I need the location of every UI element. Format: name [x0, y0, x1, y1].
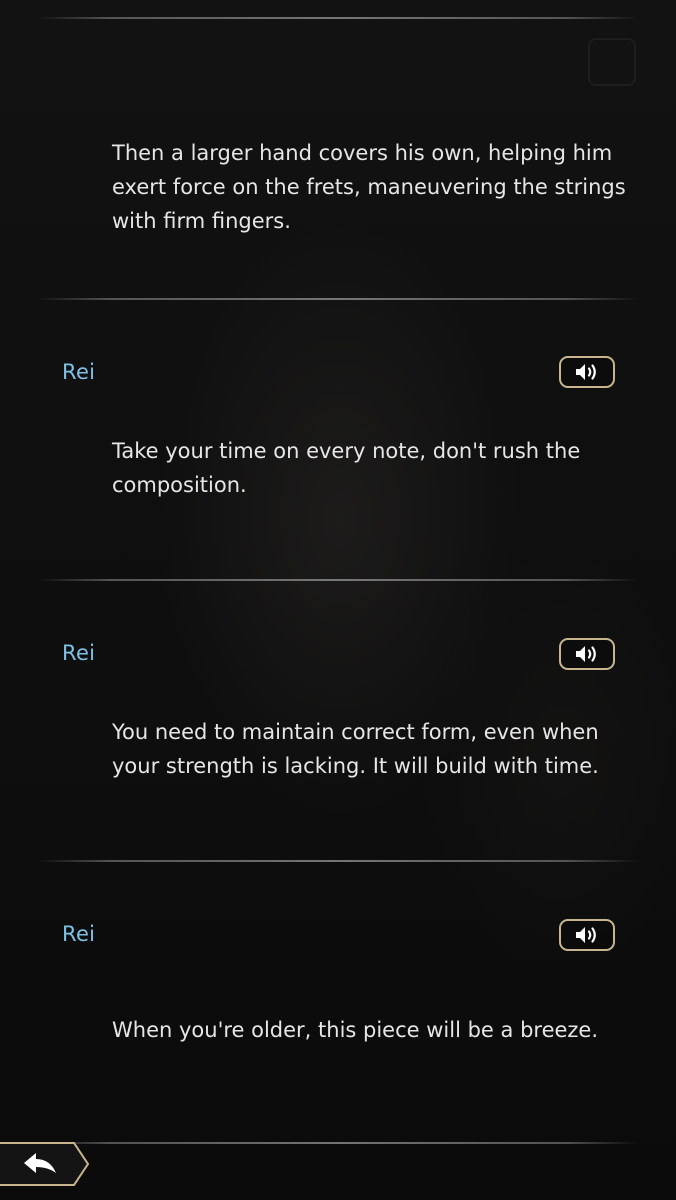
dialogue-text: You need to maintain correct form, even … — [112, 720, 599, 778]
speaker-name: Rei — [62, 360, 96, 384]
entry-divider — [38, 17, 638, 19]
entry-divider — [38, 860, 638, 862]
speaker-name: Rei — [62, 641, 96, 665]
faded-menu-icon — [588, 38, 636, 86]
speaker-icon — [576, 646, 596, 662]
back-button-frame — [0, 1142, 90, 1186]
speaker-icon — [576, 364, 596, 380]
entry-divider — [38, 1142, 638, 1144]
voice-replay-button[interactable] — [559, 356, 615, 388]
speaker-icon — [576, 927, 596, 943]
dialogue-text: Then a larger hand covers his own, helpi… — [112, 141, 626, 233]
voice-replay-button[interactable] — [559, 638, 615, 670]
voice-replay-button[interactable] — [559, 919, 615, 951]
dialogue-text: Take your time on every note, don't rush… — [112, 439, 581, 497]
speaker-name: Rei — [62, 922, 96, 946]
back-button[interactable] — [0, 1141, 92, 1187]
dialogue-text: When you're older, this piece will be a … — [112, 1018, 599, 1042]
entry-divider — [38, 579, 638, 581]
entry-divider — [38, 298, 638, 300]
